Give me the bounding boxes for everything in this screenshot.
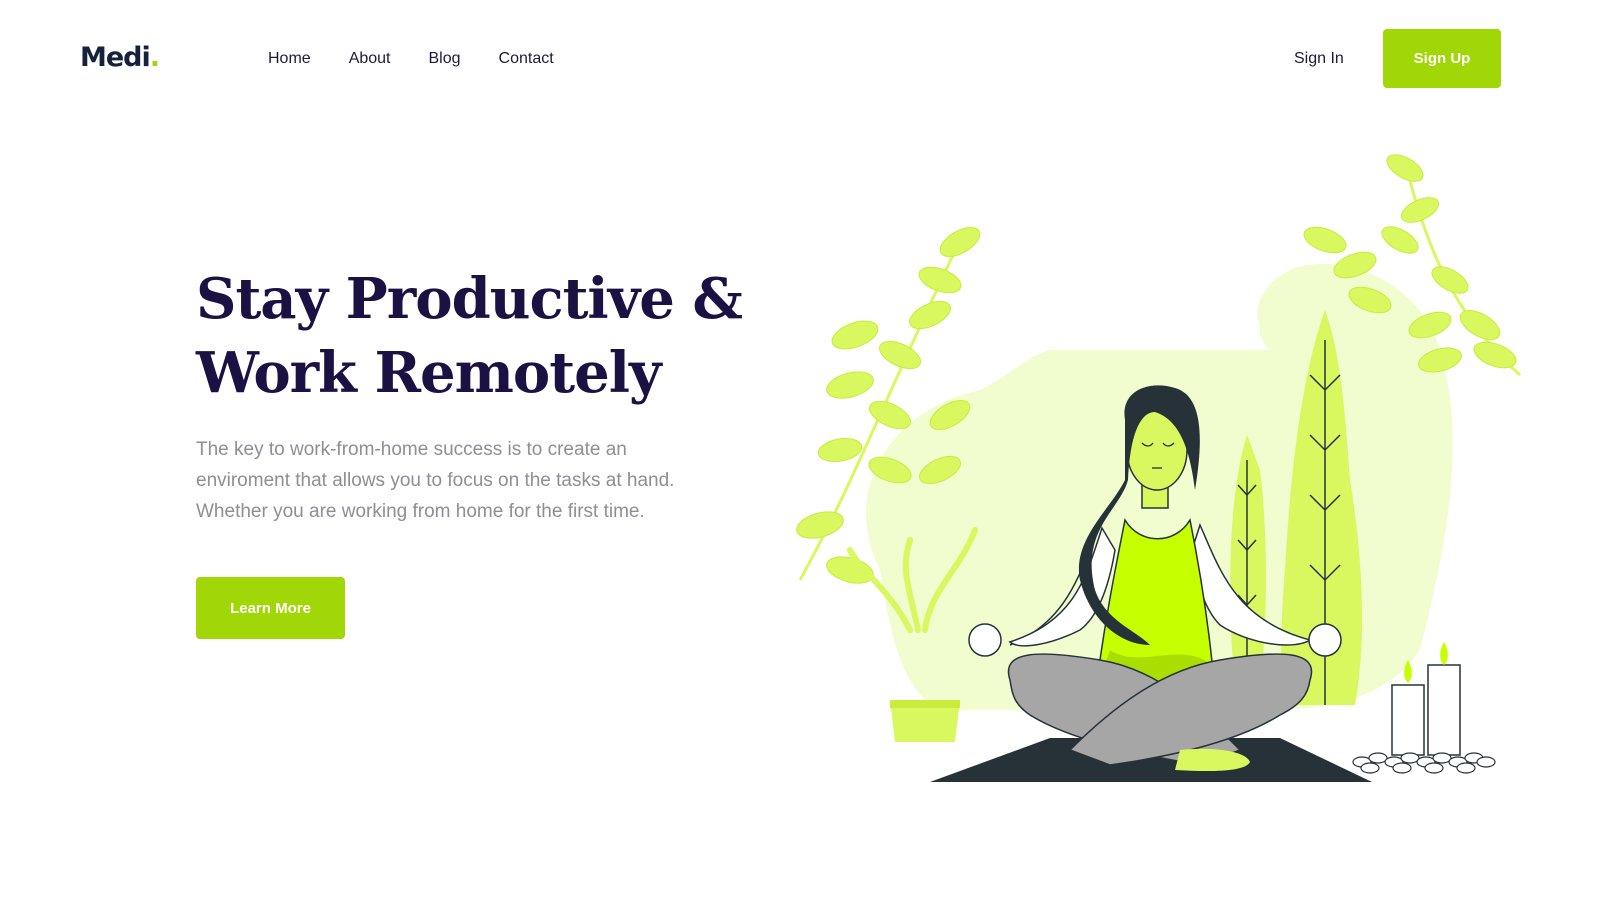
hero-description-line-3: Whether you are working from home for th… [196,501,645,522]
logo[interactable]: Medi. [80,42,160,73]
nav-about[interactable]: About [349,48,391,70]
logo-dot: . [149,42,160,73]
hero-description: The key to work-from-home success is to … [196,434,736,527]
cloud-shape [1070,272,1260,350]
sign-up-button[interactable]: Sign Up [1383,29,1501,88]
nav-contact[interactable]: Contact [499,48,554,70]
sign-in-link[interactable]: Sign In [1294,48,1344,70]
learn-more-button[interactable]: Learn More [196,577,345,639]
hero-description-line-2: enviroment that allows you to focus on t… [196,470,675,491]
logo-text: Medi [80,42,151,73]
meditation-illustration [796,154,1522,782]
nav-blog[interactable]: Blog [429,48,461,70]
hero-title-line-2: Work Remotely [196,340,662,406]
nav-home[interactable]: Home [268,48,311,70]
main-nav: Home About Blog Contact [268,48,592,70]
hero-title: Stay Productive & Work Remotely [196,262,796,410]
hero-description-line-1: The key to work-from-home success is to … [196,439,627,460]
hero-title-line-1: Stay Productive & [196,266,743,332]
